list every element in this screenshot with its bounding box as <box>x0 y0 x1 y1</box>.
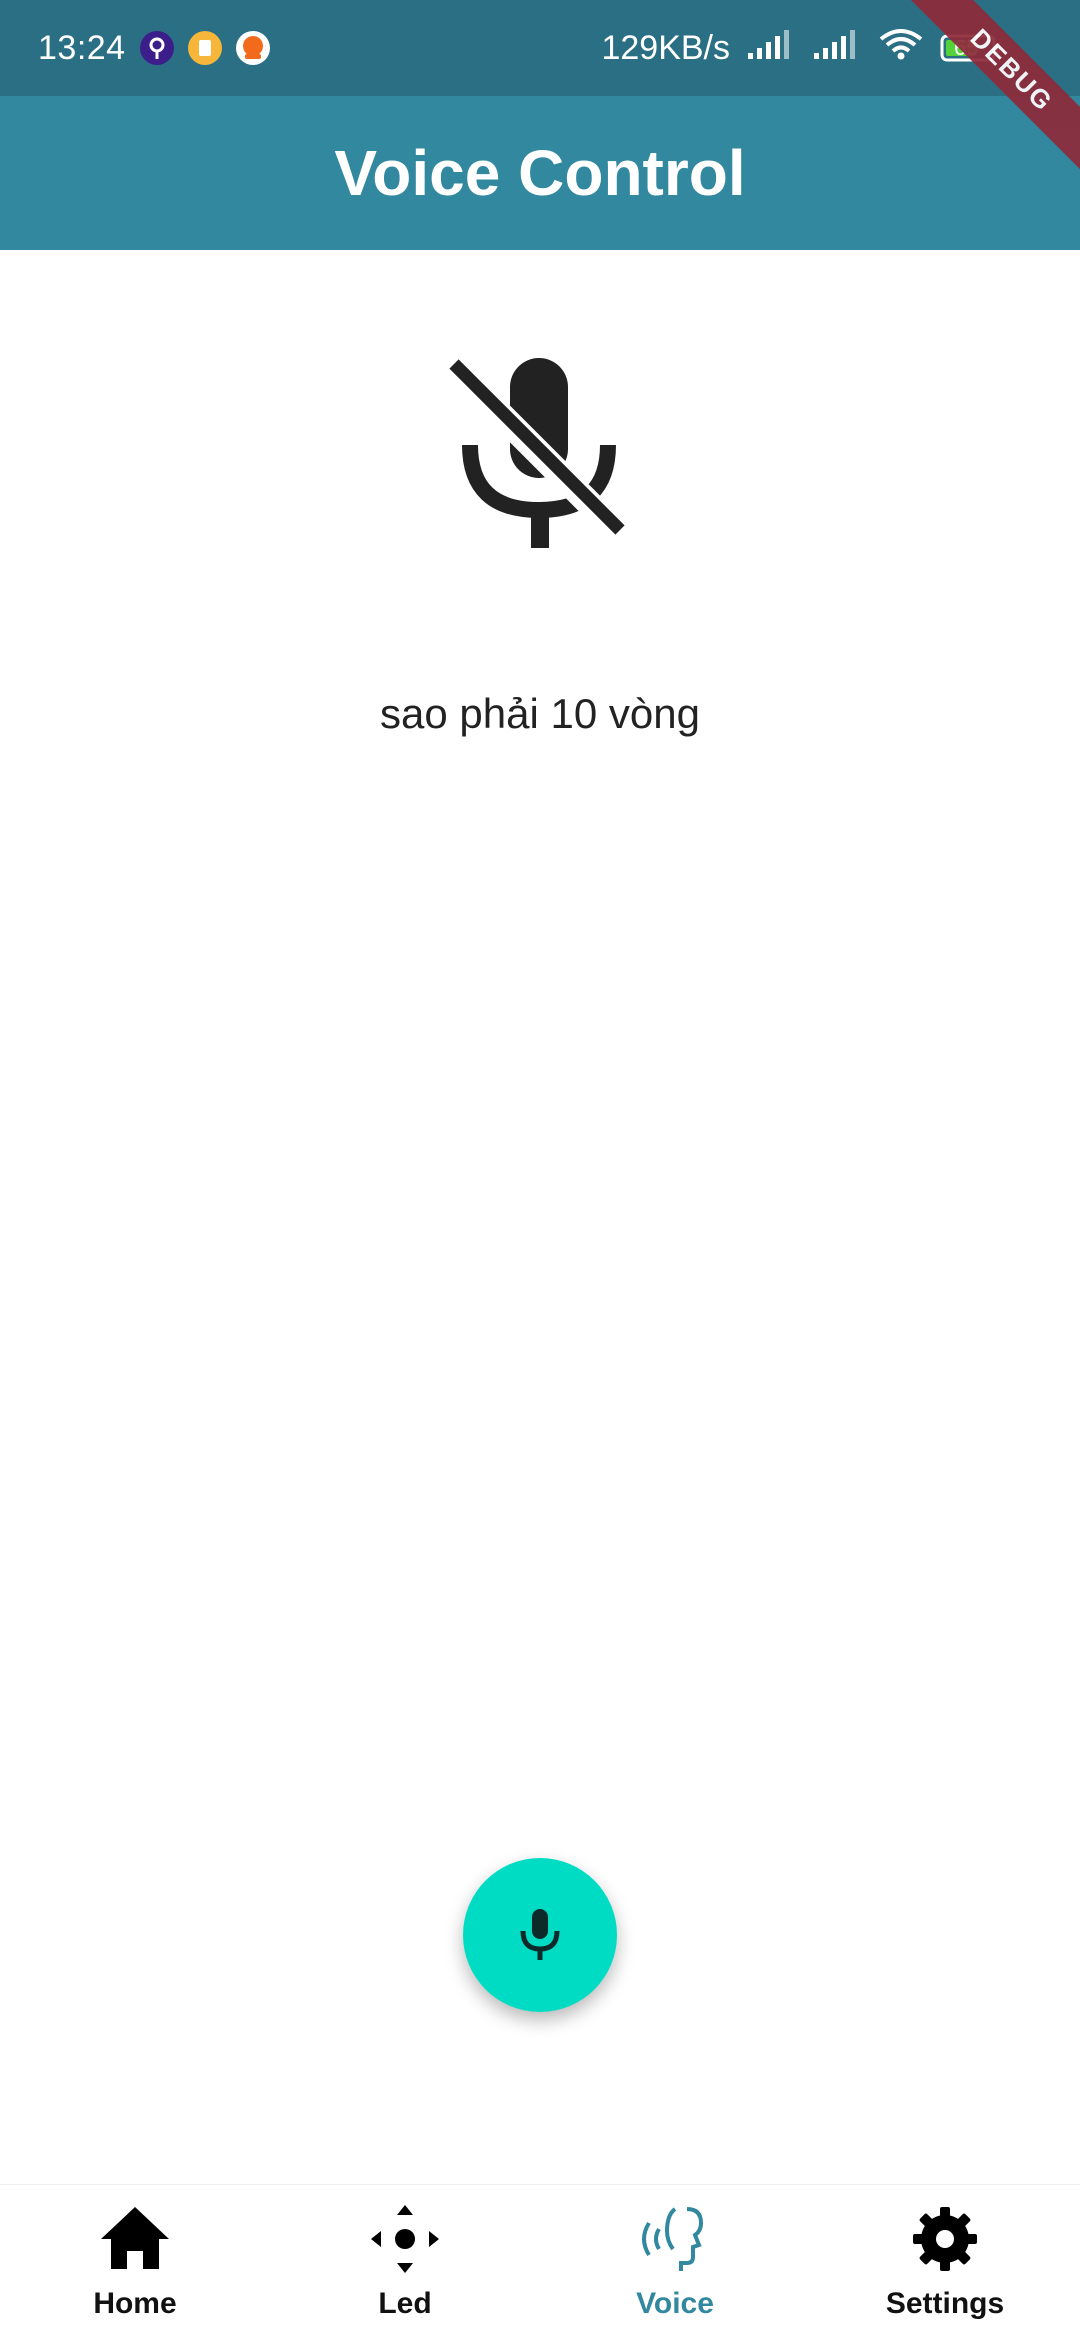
app-bar: Voice Control <box>0 96 1080 250</box>
gear-icon <box>913 2207 977 2271</box>
nav-label-led: Led <box>378 2287 432 2320</box>
signal-icon <box>746 27 796 70</box>
files-icon <box>187 31 222 65</box>
mic-off-icon <box>448 358 630 548</box>
nav-item-settings[interactable]: Settings <box>810 2185 1080 2340</box>
bottom-nav: Home Led Voice Settings <box>0 2184 1080 2340</box>
nav-label-home: Home <box>93 2287 177 2320</box>
home-icon <box>101 2207 169 2269</box>
nav-item-voice[interactable]: Voice <box>540 2185 810 2340</box>
page-title: Voice Control <box>334 137 746 209</box>
nav-label-settings: Settings <box>885 2287 1005 2320</box>
nav-item-led[interactable]: Led <box>270 2185 540 2340</box>
status-bar: 13:24 129KB/s <box>0 0 1080 96</box>
wifi-icon <box>878 27 924 70</box>
signal-icon-2 <box>812 27 862 70</box>
network-speed: 129KB/s <box>601 28 730 67</box>
mic-button[interactable] <box>463 1858 617 2012</box>
nav-label-voice: Voice <box>636 2287 714 2320</box>
vpn-icon <box>139 31 174 65</box>
mic-icon <box>520 1909 560 1960</box>
recognized-text: sao phải 10 vòng <box>380 690 700 737</box>
nav-item-home[interactable]: Home <box>0 2185 270 2340</box>
orange-app-icon <box>235 31 270 65</box>
voice-icon <box>642 2207 704 2271</box>
led-icon <box>371 2205 439 2273</box>
status-left: 13:24 <box>38 29 270 68</box>
status-time: 13:24 <box>38 28 126 67</box>
